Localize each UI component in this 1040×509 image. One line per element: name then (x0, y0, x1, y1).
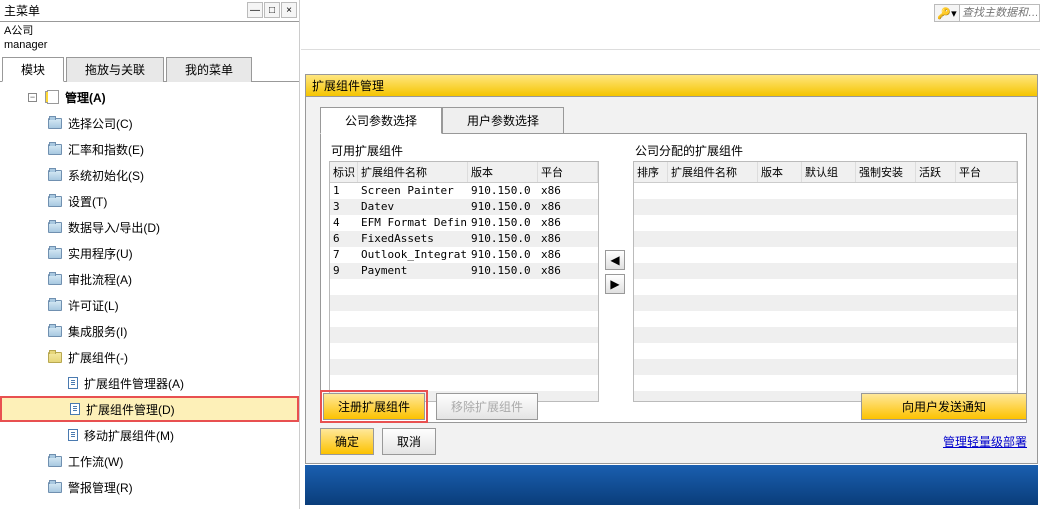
user-name: manager (4, 38, 295, 52)
tree-item[interactable]: 汇率和指数(E) (0, 136, 299, 162)
search-box: 🔑▾ (934, 4, 1040, 22)
panel-tabs: 公司参数选择 用户参数选择 (320, 107, 1027, 134)
close-button[interactable]: × (281, 2, 297, 18)
maximize-button[interactable]: □ (264, 2, 280, 18)
folder-icon (48, 170, 62, 181)
folder-icon (48, 248, 62, 259)
doc-icon (47, 90, 59, 104)
window-title-bar[interactable]: 扩展组件管理 (306, 75, 1037, 97)
col-active[interactable]: 活跃 (916, 162, 956, 182)
tree-item[interactable]: 工作流(W) (0, 448, 299, 474)
col-force[interactable]: 强制安装 (856, 162, 916, 182)
minimize-button[interactable]: — (247, 2, 263, 18)
folder-icon (48, 482, 62, 493)
notify-button[interactable]: 向用户发送通知 (861, 393, 1027, 420)
tree-item-ext-manage[interactable]: 扩展组件管理(D) (0, 396, 299, 422)
panel-header: 主菜单 — □ × (0, 0, 299, 22)
left-panel: 主菜单 — □ × A公司 manager 模块 拖放与关联 我的菜单 − 管理… (0, 0, 300, 509)
tree-item[interactable]: 许可证(L) (0, 292, 299, 318)
transfer-buttons: ◀ ▶ (605, 142, 627, 402)
tree-item[interactable]: 警报管理(R) (0, 474, 299, 500)
ok-button[interactable]: 确定 (320, 428, 374, 455)
table-title: 公司分配的扩展组件 (633, 142, 1018, 159)
table-row[interactable]: 6FixedAssets910.150.0x86 (330, 231, 598, 247)
register-button[interactable]: 注册扩展组件 (323, 393, 425, 420)
tree-item[interactable]: 选择公司(C) (0, 110, 299, 136)
col-plat[interactable]: 平台 (538, 162, 598, 182)
assigned-components: 公司分配的扩展组件 排序 扩展组件名称 版本 默认组 强制安装 活跃 平台 (633, 142, 1018, 402)
panel-title: 主菜单 (4, 2, 40, 19)
folder-icon (48, 300, 62, 311)
tab-company-params[interactable]: 公司参数选择 (320, 107, 442, 134)
col-ver[interactable]: 版本 (468, 162, 538, 182)
main-area: 🔑▾ 扩展组件管理 公司参数选择 用户参数选择 可用扩展组件 标识 扩展组件名称 (301, 0, 1040, 509)
folder-icon (48, 196, 62, 207)
tree-tabs: 模块 拖放与关联 我的菜单 (0, 56, 299, 82)
tree-item[interactable]: 审批流程(A) (0, 266, 299, 292)
tree-root-admin[interactable]: − 管理(A) (0, 84, 299, 110)
search-input[interactable] (960, 4, 1040, 22)
tree-item[interactable]: 扩展组件管理器(A) (0, 370, 299, 396)
tab-dragdrop[interactable]: 拖放与关联 (66, 57, 164, 82)
move-right-button[interactable]: ▶ (605, 274, 625, 294)
col-order[interactable]: 排序 (634, 162, 668, 182)
tree-item[interactable]: 集成服务(I) (0, 318, 299, 344)
manage-deploy-link[interactable]: 管理轻量级部署 (943, 433, 1027, 450)
available-components: 可用扩展组件 标识 扩展组件名称 版本 平台 1Screen Painter91… (329, 142, 599, 402)
table-row[interactable]: 7Outlook_Integrati910.150.0x86 (330, 247, 598, 263)
remove-button: 移除扩展组件 (436, 393, 538, 420)
move-left-button[interactable]: ◀ (605, 250, 625, 270)
tree-item[interactable]: 设置(T) (0, 188, 299, 214)
assigned-grid[interactable]: 排序 扩展组件名称 版本 默认组 强制安装 活跃 平台 (633, 161, 1018, 402)
register-highlight: 注册扩展组件 (320, 390, 428, 423)
tab-mymenu[interactable]: 我的菜单 (166, 57, 252, 82)
tree-item-extensions[interactable]: 扩展组件(-) (0, 344, 299, 370)
table-row[interactable]: 9Payment910.150.0x86 (330, 263, 598, 279)
tab-modules[interactable]: 模块 (2, 57, 64, 82)
col-defgrp[interactable]: 默认组 (802, 162, 856, 182)
tree-label: 管理(A) (65, 89, 106, 106)
col-plat[interactable]: 平台 (956, 162, 1017, 182)
col-name[interactable]: 扩展组件名称 (668, 162, 758, 182)
cancel-button[interactable]: 取消 (382, 428, 436, 455)
folder-icon (48, 144, 62, 155)
key-icon[interactable]: 🔑▾ (934, 4, 960, 22)
page-icon (68, 377, 78, 389)
collapse-icon[interactable]: − (28, 93, 37, 102)
panel-body: 可用扩展组件 标识 扩展组件名称 版本 平台 1Screen Painter91… (320, 133, 1027, 423)
toolbar: 🔑▾ (301, 0, 1040, 50)
folder-icon (48, 222, 62, 233)
table-title: 可用扩展组件 (329, 142, 599, 159)
folder-icon (48, 456, 62, 467)
col-ver[interactable]: 版本 (758, 162, 802, 182)
folder-open-icon (48, 352, 62, 363)
tree-item[interactable]: BI OnDemand 集成(B) (0, 500, 299, 502)
content-window: 扩展组件管理 公司参数选择 用户参数选择 可用扩展组件 标识 扩展组件名称 版本… (305, 74, 1038, 464)
page-icon (68, 429, 78, 441)
action-bar: 注册扩展组件 移除扩展组件 向用户发送通知 (320, 390, 1027, 423)
window-title: 扩展组件管理 (312, 77, 384, 94)
table-row[interactable]: 4EFM Format Defini910.150.0x86 (330, 215, 598, 231)
tree-item[interactable]: 系统初始化(S) (0, 162, 299, 188)
folder-icon (48, 274, 62, 285)
nav-tree: − 管理(A) 选择公司(C) 汇率和指数(E) 系统初始化(S) 设置(T) … (0, 82, 299, 502)
bottom-bar: 确定 取消 管理轻量级部署 (320, 428, 1027, 455)
tree-item[interactable]: 数据导入/导出(D) (0, 214, 299, 240)
page-icon (70, 403, 80, 415)
company-info: A公司 manager (0, 22, 299, 54)
tree-item[interactable]: 实用程序(U) (0, 240, 299, 266)
table-row[interactable]: 1Screen Painter910.150.0x86 (330, 183, 598, 199)
table-row[interactable]: 3Datev910.150.0x86 (330, 199, 598, 215)
folder-icon (48, 118, 62, 129)
tab-user-params[interactable]: 用户参数选择 (442, 107, 564, 134)
col-name[interactable]: 扩展组件名称 (358, 162, 468, 182)
available-grid[interactable]: 标识 扩展组件名称 版本 平台 1Screen Painter910.150.0… (329, 161, 599, 402)
company-name: A公司 (4, 24, 295, 38)
bottom-strip (305, 465, 1038, 505)
folder-icon (48, 326, 62, 337)
col-id[interactable]: 标识 (330, 162, 358, 182)
tree-item[interactable]: 移动扩展组件(M) (0, 422, 299, 448)
